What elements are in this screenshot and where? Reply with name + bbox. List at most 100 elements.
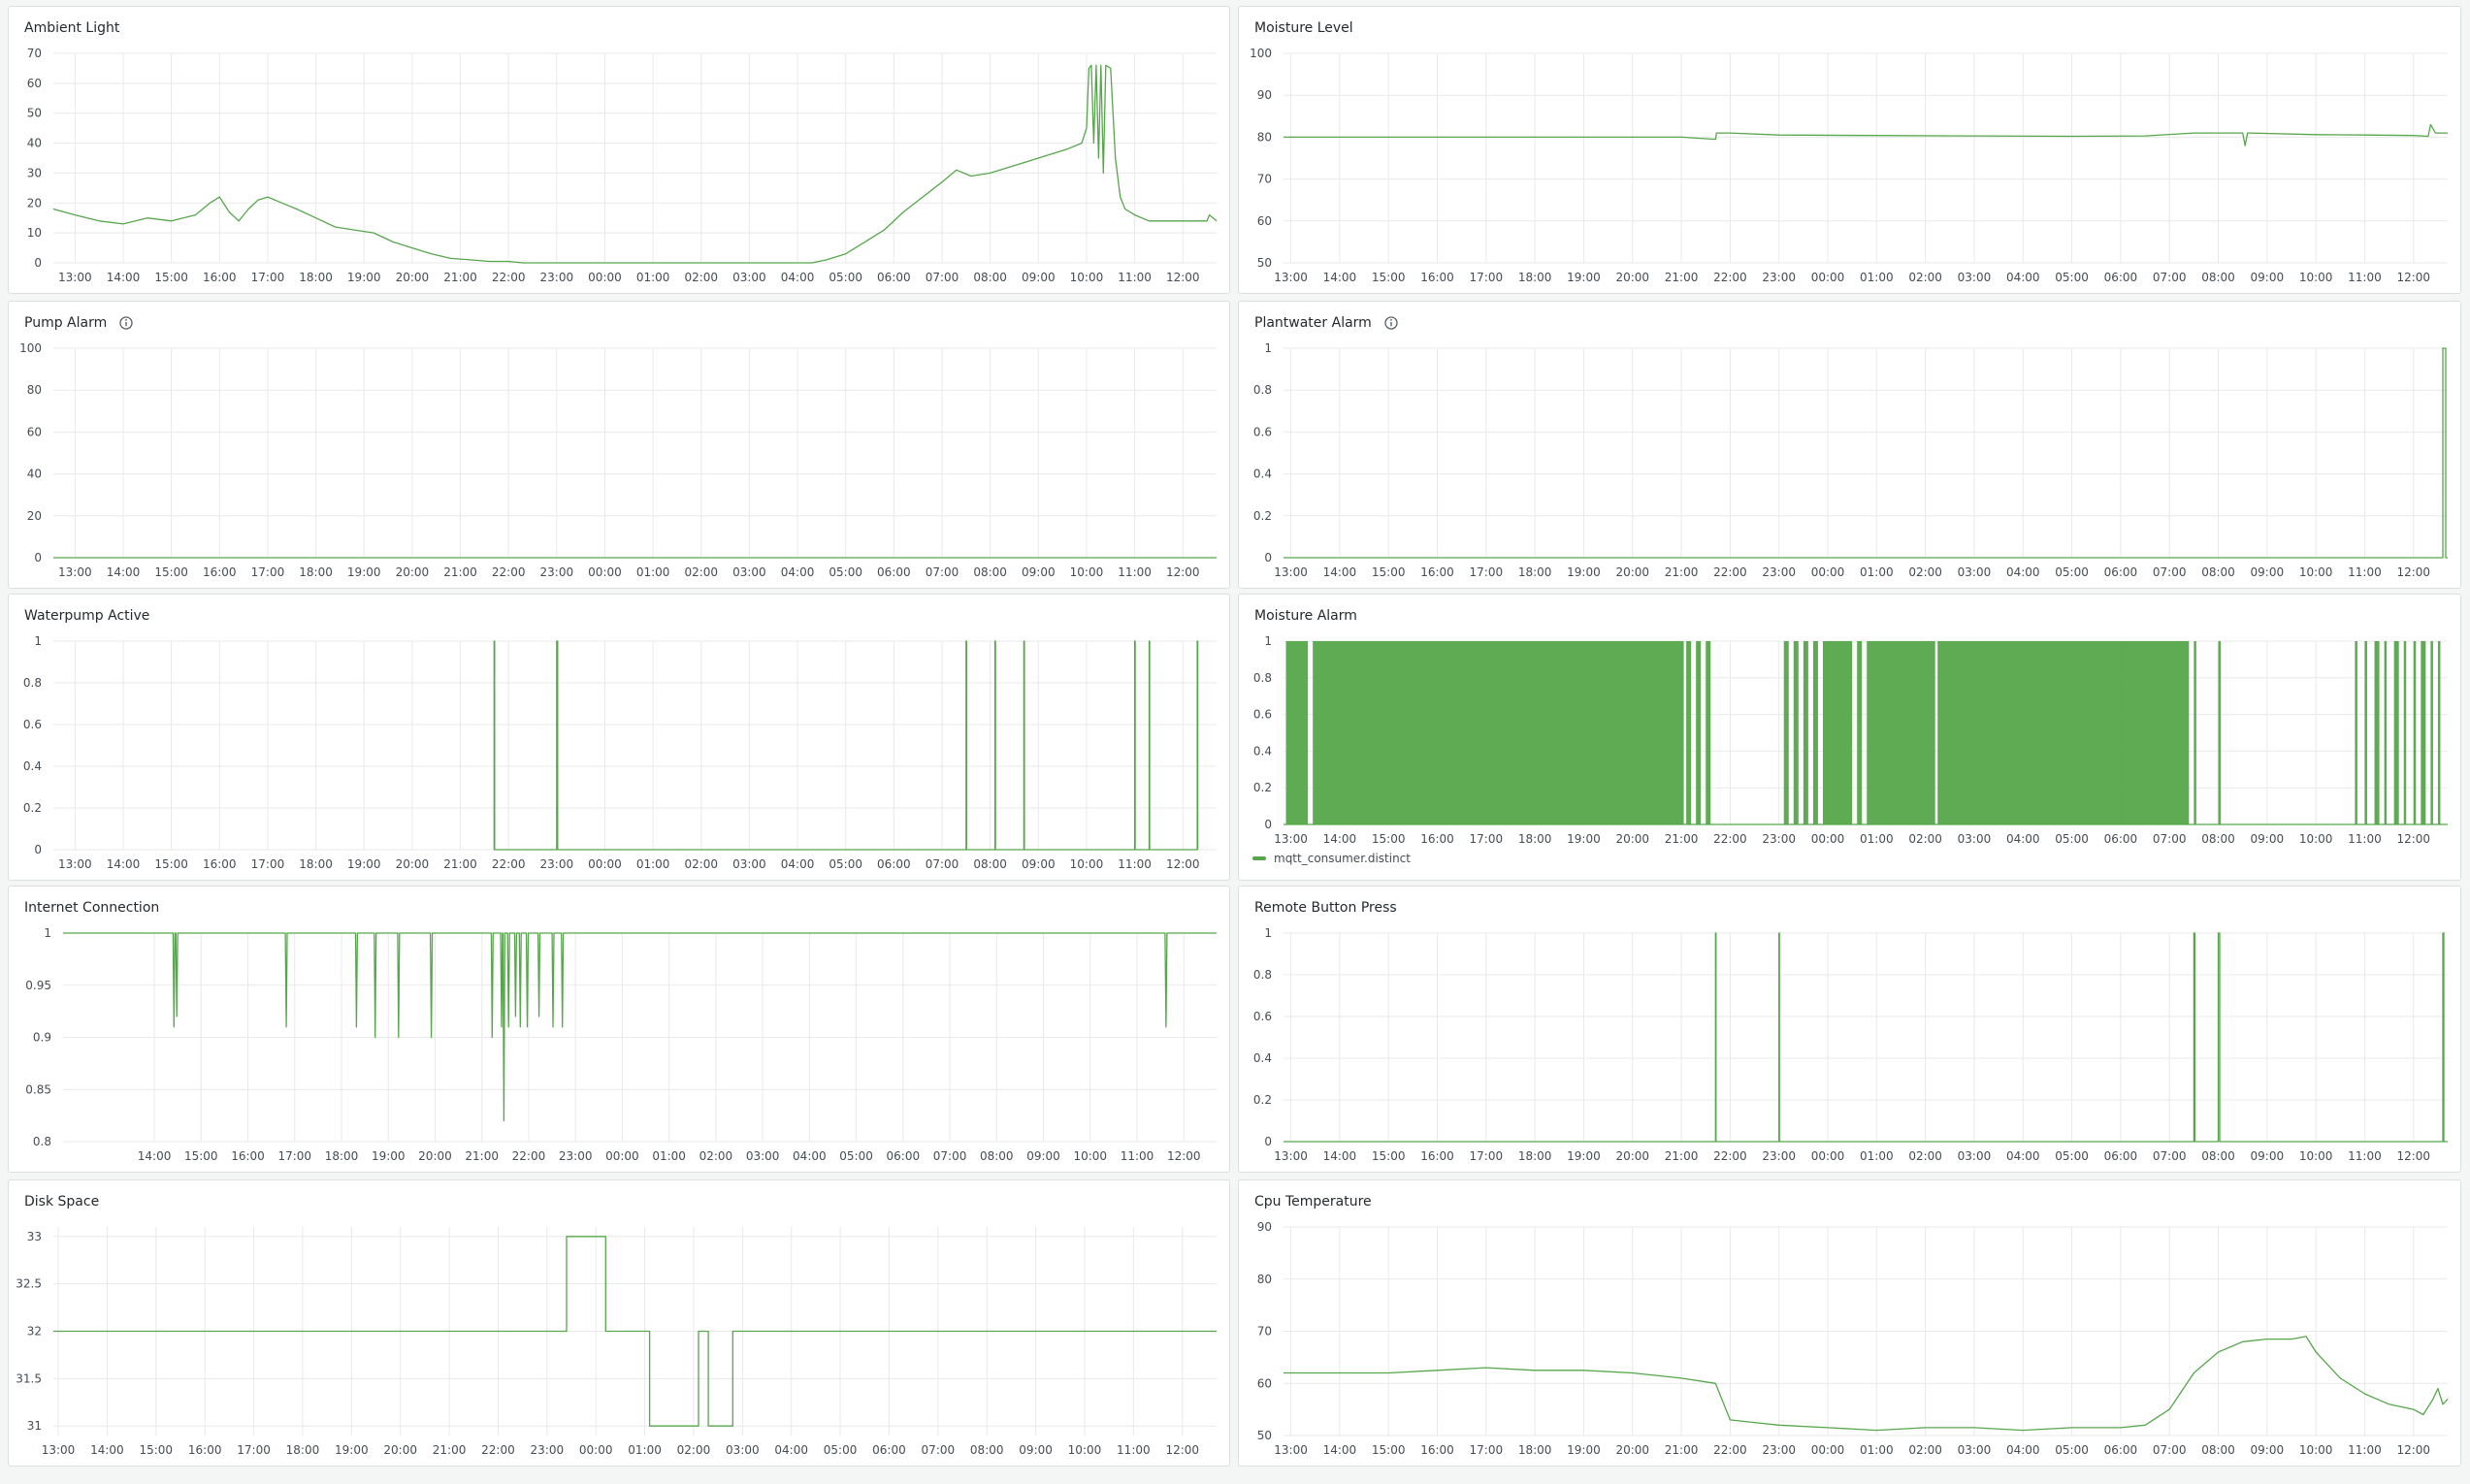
chart-disk-space[interactable]: 31 31.5 32 32.5 33 13:00 14:00 15:00 16:00 17:00 1… [9,1180,1230,1467]
x-tick-label: 20:00 [1615,832,1649,846]
x-tick-label: 23:00 [1762,832,1796,846]
x-tick-label: 14:00 [1323,832,1357,846]
x-tick-label: 23:00 [531,1443,565,1457]
x-tick-label: 02:00 [684,271,718,284]
panel-remote-button-press[interactable]: Remote Button Press 0 0.2 0.4 0.6 0.8 1 13:00 14… [1238,886,2461,1173]
x-tick-label: 04:00 [774,1443,808,1457]
x-tick-label: 19:00 [1567,565,1601,579]
panel-plantwater-alarm[interactable]: Plantwater Alarm 0 0.2 0.4 0.6 0.8 1 13:00 14:00… [1238,301,2461,589]
x-tick-label: 05:00 [829,271,862,284]
x-tick-label: 07:00 [2153,271,2187,284]
x-tick-label: 17:00 [1470,271,1504,284]
y-tick-label: 0.6 [23,718,42,731]
x-tick-label: 15:00 [1372,1149,1406,1163]
x-tick-label: 14:00 [107,565,141,579]
x-tick-label: 13:00 [58,271,92,284]
alarm-active-block [1706,641,1711,824]
x-tick-label: 09:00 [1022,271,1056,284]
panel-internet-connection[interactable]: Internet Connection 0.8 0.85 0.9 0.95 1 14:00 1… [8,886,1230,1173]
legend-label: mqtt_consumer.distinct [1274,852,1411,865]
x-tick-label: 09:00 [2251,1149,2285,1163]
x-tick-label: 11:00 [1118,565,1152,579]
x-tick-label: 00:00 [1811,565,1845,579]
x-tick-label: 18:00 [1518,832,1552,846]
x-tick-label: 14:00 [90,1443,124,1457]
x-tick-label: 06:00 [2104,565,2138,579]
x-tick-label: 16:00 [1420,832,1454,846]
x-tick-label: 00:00 [605,1149,639,1163]
y-tick-label: 32 [27,1325,42,1339]
x-tick-label: 12:00 [1165,1443,1199,1457]
series-line [1284,123,2448,146]
y-tick-label: 0 [34,843,42,856]
alarm-active-block [1812,641,1818,824]
x-tick-label: 05:00 [2055,832,2089,846]
y-tick-label: 0.9 [33,1031,51,1045]
x-tick-label: 12:00 [1166,857,1200,871]
x-tick-label: 18:00 [1518,271,1552,284]
chart-pump-alarm[interactable]: 0 20 40 60 80 100 13:00 14:00 15:00 16:00 17:00 18:… [9,302,1230,589]
chart-cpu-temperature[interactable]: 50 60 70 80 90 13:00 14:00 15:00 16:00 17:00 18:00… [1239,1180,2461,1467]
x-tick-label: 07:00 [922,1443,956,1457]
x-tick-label: 02:00 [677,1443,711,1457]
chart-remote-button-press[interactable]: 0 0.2 0.4 0.6 0.8 1 13:00 14:00 15:00 16:00 17:00 1… [1239,887,2461,1173]
y-tick-label: 1 [44,926,51,940]
x-tick-label: 20:00 [1615,565,1649,579]
alarm-active-block [2421,641,2426,824]
panel-cpu-temperature[interactable]: Cpu Temperature 50 60 70 80 90 13:00 14:00 15:00… [1238,1179,2461,1467]
y-tick-label: 60 [27,77,42,90]
x-tick-label: 16:00 [203,857,237,871]
x-tick-label: 21:00 [1665,1149,1699,1163]
legend-item[interactable]: mqtt_consumer.distinct [1252,852,1411,865]
x-tick-label: 11:00 [1121,1149,1154,1163]
chart-waterpump-active[interactable]: 0 0.2 0.4 0.6 0.8 1 13:00 14:00 15:00 16:00 17:00 1… [9,595,1230,881]
x-tick-label: 10:00 [2299,565,2333,579]
y-tick-label: 80 [1257,130,1272,144]
series-line [53,1236,1217,1427]
x-tick-label: 16:00 [203,271,237,284]
x-tick-label: 03:00 [1958,1443,1992,1457]
x-tick-label: 07:00 [926,857,959,871]
x-tick-label: 22:00 [1713,565,1747,579]
chart-moisture-level[interactable]: 50 60 70 80 90 100 13:00 14:00 15:00 16:00 17:00 18… [1239,7,2461,294]
x-tick-label: 06:00 [887,1149,921,1163]
x-tick-label: 09:00 [2251,832,2285,846]
x-tick-label: 22:00 [492,565,526,579]
x-tick-label: 10:00 [1070,857,1104,871]
x-tick-label: 01:00 [628,1443,662,1457]
x-tick-label: 02:00 [1908,832,1942,846]
alarm-active-block [1937,641,2190,824]
x-tick-label: 00:00 [1811,1443,1845,1457]
x-tick-label: 03:00 [732,565,766,579]
y-tick-label: 0.2 [23,801,42,815]
x-tick-label: 23:00 [559,1149,593,1163]
chart-plantwater-alarm[interactable]: 0 0.2 0.4 0.6 0.8 1 13:00 14:00 15:00 16:00 17:00 1… [1239,302,2461,589]
x-tick-label: 05:00 [2055,565,2089,579]
x-tick-label: 05:00 [2055,271,2089,284]
panel-moisture-level[interactable]: Moisture Level 50 60 70 80 90 100 13:00 14:00 15:… [1238,6,2461,294]
x-tick-label: 02:00 [684,857,718,871]
alarm-active-block [2194,641,2196,824]
x-tick-label: 01:00 [652,1149,686,1163]
panel-ambient-light[interactable]: Ambient Light 0 10 20 30 40 50 60 70 13:00 14:00 15… [8,6,1230,294]
chart-moisture-alarm[interactable]: 0 0.2 0.4 0.6 0.8 1 13:00 14:00 15:00 16:00 17:00 1… [1239,595,2461,881]
x-tick-label: 02:00 [1908,565,1942,579]
x-tick-label: 13:00 [1274,1149,1308,1163]
x-tick-label: 14:00 [138,1149,172,1163]
chart-internet-connection[interactable]: 0.8 0.85 0.9 0.95 1 14:00 15:00 16:00 17:00 18:00… [9,887,1230,1173]
x-tick-label: 07:00 [2153,1149,2187,1163]
panel-moisture-alarm[interactable]: Moisture Alarm 0 0.2 0.4 0.6 0.8 1 13:00 14:00 15… [1238,594,2461,881]
panel-pump-alarm[interactable]: Pump Alarm 0 20 40 60 80 100 13:00 14:00 15:00 16:… [8,301,1230,589]
x-tick-label: 08:00 [2201,1443,2235,1457]
x-tick-label: 23:00 [1762,1443,1796,1457]
panel-waterpump-active[interactable]: Waterpump Active 0 0.2 0.4 0.6 0.8 1 13:00 14:00… [8,594,1230,881]
x-tick-label: 18:00 [1518,1443,1552,1457]
x-tick-label: 17:00 [251,271,285,284]
chart-ambient-light[interactable]: 0 10 20 30 40 50 60 70 13:00 14:00 15:00 16:00 17:00… [9,7,1230,294]
x-tick-label: 06:00 [2104,832,2138,846]
x-tick-label: 10:00 [2299,1149,2333,1163]
panel-disk-space[interactable]: Disk Space 31 31.5 32 32.5 33 13:00 14:00 15:00 1… [8,1179,1230,1467]
x-tick-label: 01:00 [1860,1149,1894,1163]
x-tick-label: 03:00 [1958,832,1992,846]
x-tick-label: 16:00 [1420,565,1454,579]
